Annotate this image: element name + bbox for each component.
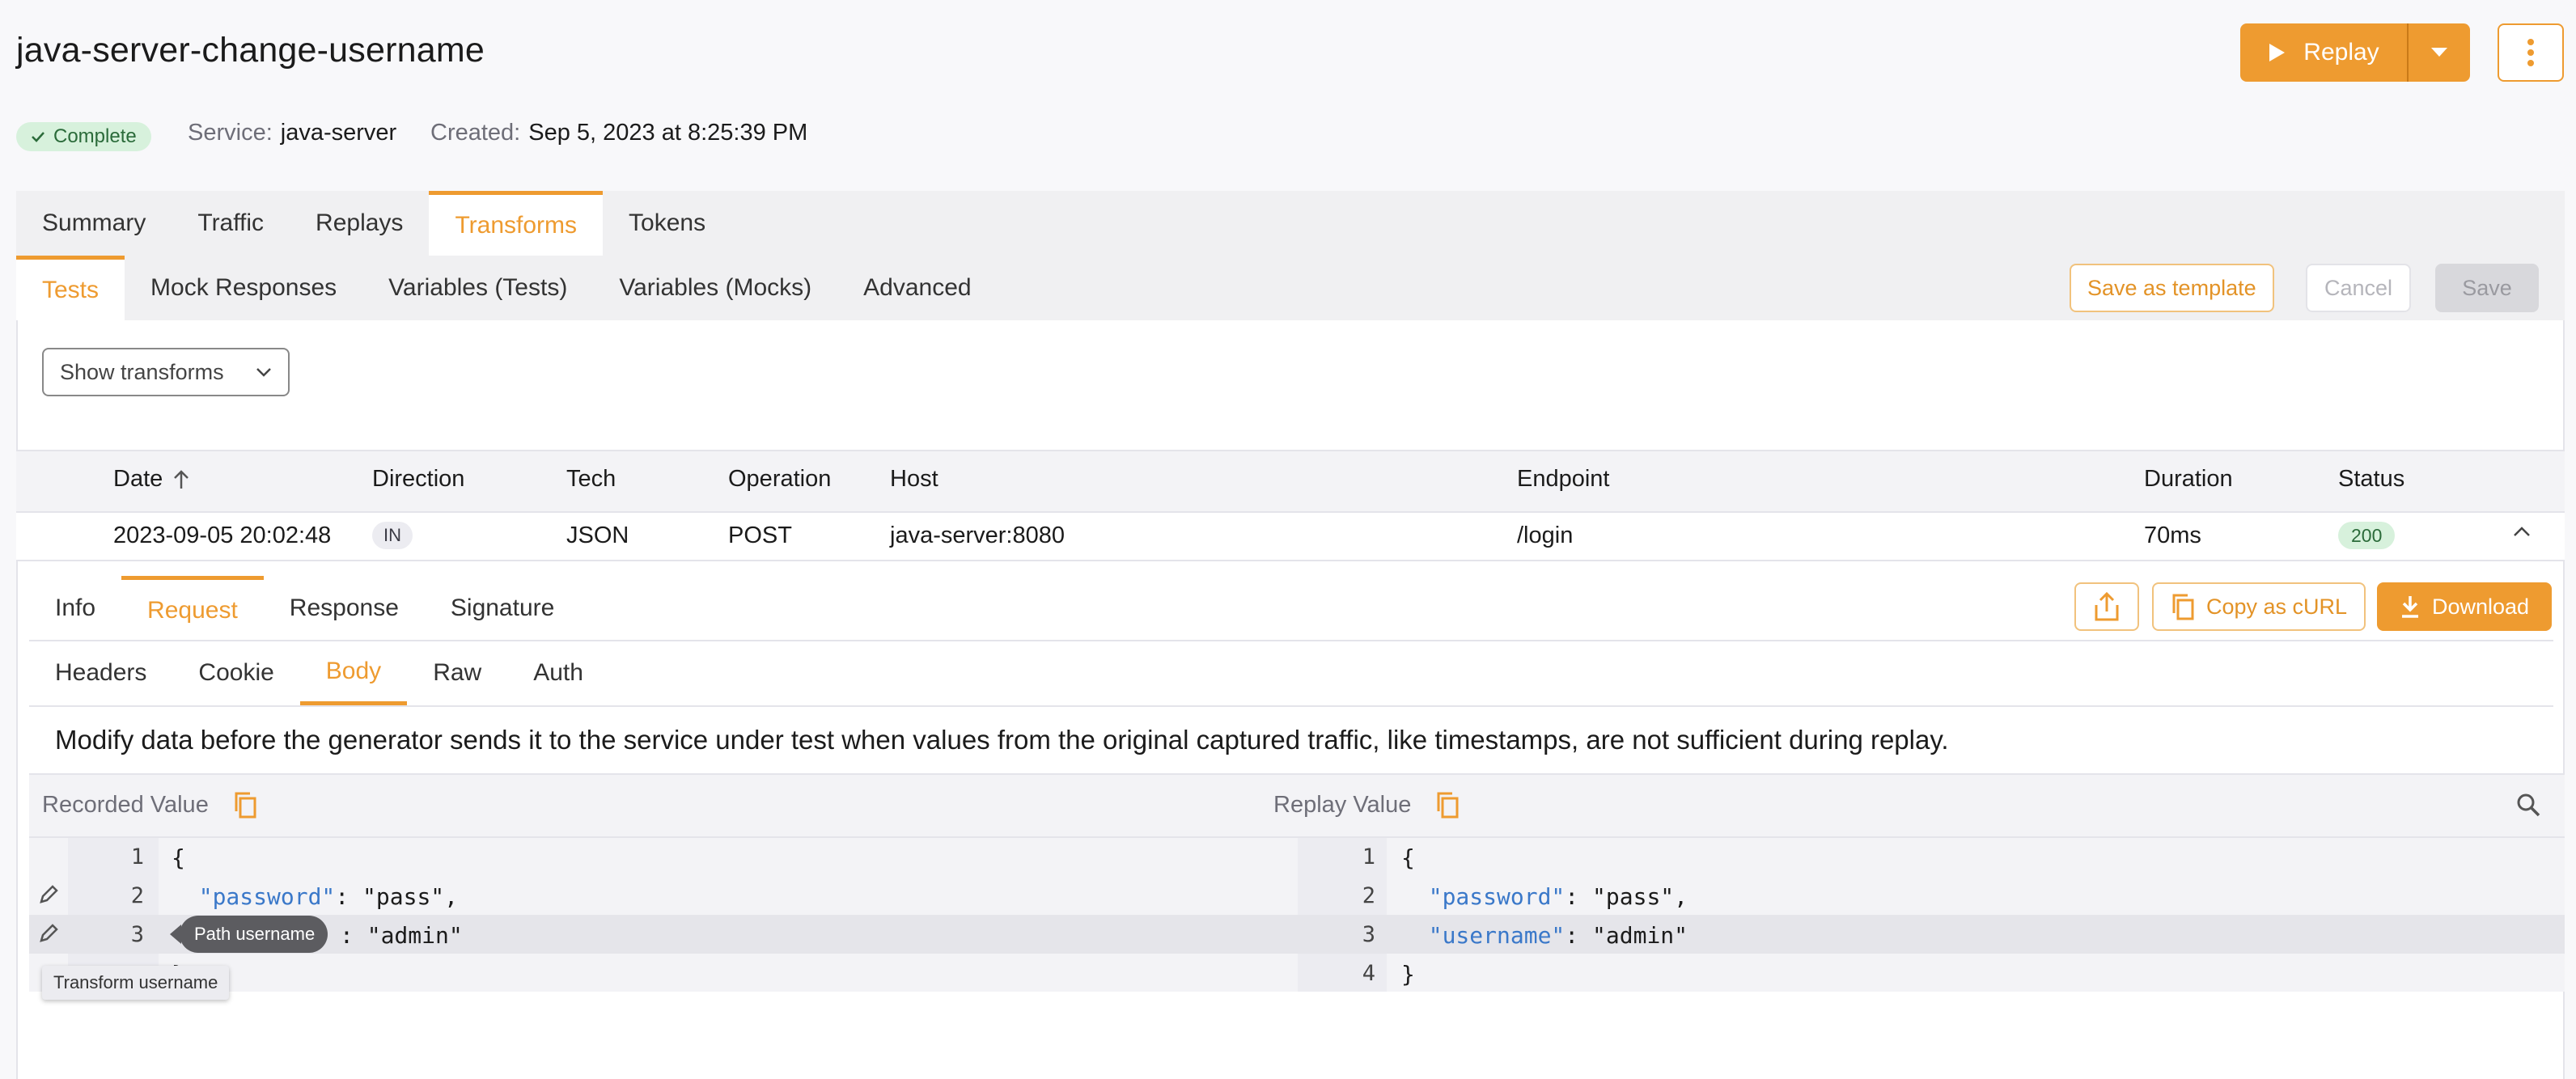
copy-as-curl-button[interactable]: Copy as cURL bbox=[2152, 582, 2366, 631]
main-tabs: Summary Traffic Replays Transforms Token… bbox=[16, 191, 2565, 256]
download-label: Download bbox=[2431, 594, 2530, 619]
service-value: java-server bbox=[280, 120, 397, 146]
download-button[interactable]: Download bbox=[2377, 582, 2552, 631]
search-button[interactable] bbox=[2516, 793, 2540, 821]
row-host: java-server:8080 bbox=[890, 523, 1065, 548]
column-status[interactable]: Status bbox=[2338, 466, 2404, 493]
tab-variables-tests[interactable]: Variables (Tests) bbox=[362, 256, 593, 320]
replay-highlight-row bbox=[1298, 915, 2565, 954]
tab-mock-responses[interactable]: Mock Responses bbox=[125, 256, 362, 320]
share-button[interactable] bbox=[2074, 582, 2139, 631]
status-label: Complete bbox=[53, 125, 137, 147]
copy-icon[interactable] bbox=[233, 791, 257, 819]
transform-description: Modify data before the generator sends i… bbox=[55, 725, 1949, 755]
row-duration: 70ms bbox=[2144, 523, 2201, 548]
service-meta: Service: java-server bbox=[188, 120, 396, 146]
replay-value-label: Replay Value bbox=[1273, 791, 1412, 818]
tab-headers[interactable]: Headers bbox=[29, 641, 172, 705]
tab-auth[interactable]: Auth bbox=[507, 641, 609, 705]
tab-signature[interactable]: Signature bbox=[425, 576, 580, 641]
edit-transform-button[interactable] bbox=[37, 883, 60, 910]
replay-value-header: Replay Value bbox=[1273, 791, 1460, 819]
row-tech: JSON bbox=[566, 523, 629, 548]
tab-response[interactable]: Response bbox=[264, 576, 425, 641]
sort-ascending-icon bbox=[174, 469, 189, 489]
replay-button-group: Replay bbox=[2240, 23, 2470, 82]
download-icon bbox=[2401, 596, 2418, 618]
tab-tokens[interactable]: Tokens bbox=[603, 191, 731, 256]
cancel-button[interactable]: Cancel bbox=[2306, 264, 2411, 312]
divider bbox=[29, 705, 2553, 707]
copy-as-curl-label: Copy as cURL bbox=[2205, 594, 2348, 619]
more-options-button[interactable] bbox=[2498, 23, 2564, 82]
replay-label: Replay bbox=[2303, 39, 2379, 66]
status-code-badge: 200 bbox=[2338, 522, 2396, 549]
tab-info[interactable]: Info bbox=[29, 576, 121, 641]
column-endpoint[interactable]: Endpoint bbox=[1517, 466, 1610, 493]
tab-request[interactable]: Request bbox=[121, 576, 264, 641]
tab-summary[interactable]: Summary bbox=[16, 191, 172, 256]
recorded-value-header: Recorded Value bbox=[42, 791, 257, 819]
column-host[interactable]: Host bbox=[890, 466, 938, 493]
play-icon bbox=[2269, 44, 2286, 61]
column-date[interactable]: Date bbox=[113, 466, 190, 493]
save-as-template-button[interactable]: Save as template bbox=[2070, 264, 2274, 312]
tab-replays[interactable]: Replays bbox=[290, 191, 429, 256]
request-tabs: Headers Cookie Body Raw Auth bbox=[29, 641, 609, 705]
row-operation: POST bbox=[728, 523, 792, 548]
share-icon bbox=[2095, 591, 2119, 621]
row-endpoint: /login bbox=[1517, 523, 1574, 548]
created-key: Created: bbox=[430, 120, 521, 146]
recorded-value-label: Recorded Value bbox=[42, 791, 209, 818]
chevron-up-icon bbox=[2514, 527, 2530, 536]
column-duration[interactable]: Duration bbox=[2144, 466, 2233, 493]
tab-raw[interactable]: Raw bbox=[407, 641, 507, 705]
tab-traffic[interactable]: Traffic bbox=[172, 191, 290, 256]
tab-cookie[interactable]: Cookie bbox=[172, 641, 299, 705]
chevron-down-icon bbox=[256, 368, 271, 377]
direction-badge: IN bbox=[372, 522, 413, 549]
tab-transforms[interactable]: Transforms bbox=[429, 191, 604, 256]
service-key: Service: bbox=[188, 120, 273, 146]
page-title: java-server-change-username bbox=[16, 31, 485, 70]
created-value: Sep 5, 2023 at 8:25:39 PM bbox=[528, 120, 808, 146]
check-icon bbox=[32, 132, 44, 142]
collapse-row-button[interactable] bbox=[2513, 526, 2531, 541]
path-tooltip: Path username bbox=[169, 916, 328, 953]
copy-icon[interactable] bbox=[1435, 791, 1460, 819]
created-meta: Created: Sep 5, 2023 at 8:25:39 PM bbox=[430, 120, 807, 146]
column-date-label: Date bbox=[113, 466, 163, 492]
replay-options-button[interactable] bbox=[2409, 23, 2470, 82]
status-badge: Complete bbox=[16, 122, 151, 151]
transform-tooltip: Transform username bbox=[42, 966, 230, 1000]
copy-icon bbox=[2172, 594, 2194, 620]
column-operation[interactable]: Operation bbox=[728, 466, 831, 493]
column-tech[interactable]: Tech bbox=[566, 466, 616, 493]
detail-tabs: Info Request Response Signature bbox=[29, 576, 580, 641]
save-button[interactable]: Save bbox=[2435, 264, 2539, 312]
show-transforms-label: Show transforms bbox=[60, 359, 224, 384]
tab-body[interactable]: Body bbox=[299, 641, 408, 705]
tab-advanced[interactable]: Advanced bbox=[837, 256, 997, 320]
edit-transform-button[interactable] bbox=[37, 922, 60, 949]
caret-down-icon bbox=[2431, 48, 2447, 57]
search-icon bbox=[2517, 793, 2540, 817]
tab-variables-mocks[interactable]: Variables (Mocks) bbox=[593, 256, 837, 320]
kebab-icon bbox=[2527, 39, 2534, 66]
column-direction[interactable]: Direction bbox=[372, 466, 464, 493]
show-transforms-dropdown[interactable]: Show transforms bbox=[42, 348, 290, 396]
tab-tests[interactable]: Tests bbox=[16, 256, 125, 320]
pencil-icon bbox=[40, 924, 58, 942]
row-date: 2023-09-05 20:02:48 bbox=[113, 523, 332, 548]
pencil-icon bbox=[40, 885, 58, 903]
replay-button[interactable]: Replay bbox=[2240, 23, 2407, 82]
